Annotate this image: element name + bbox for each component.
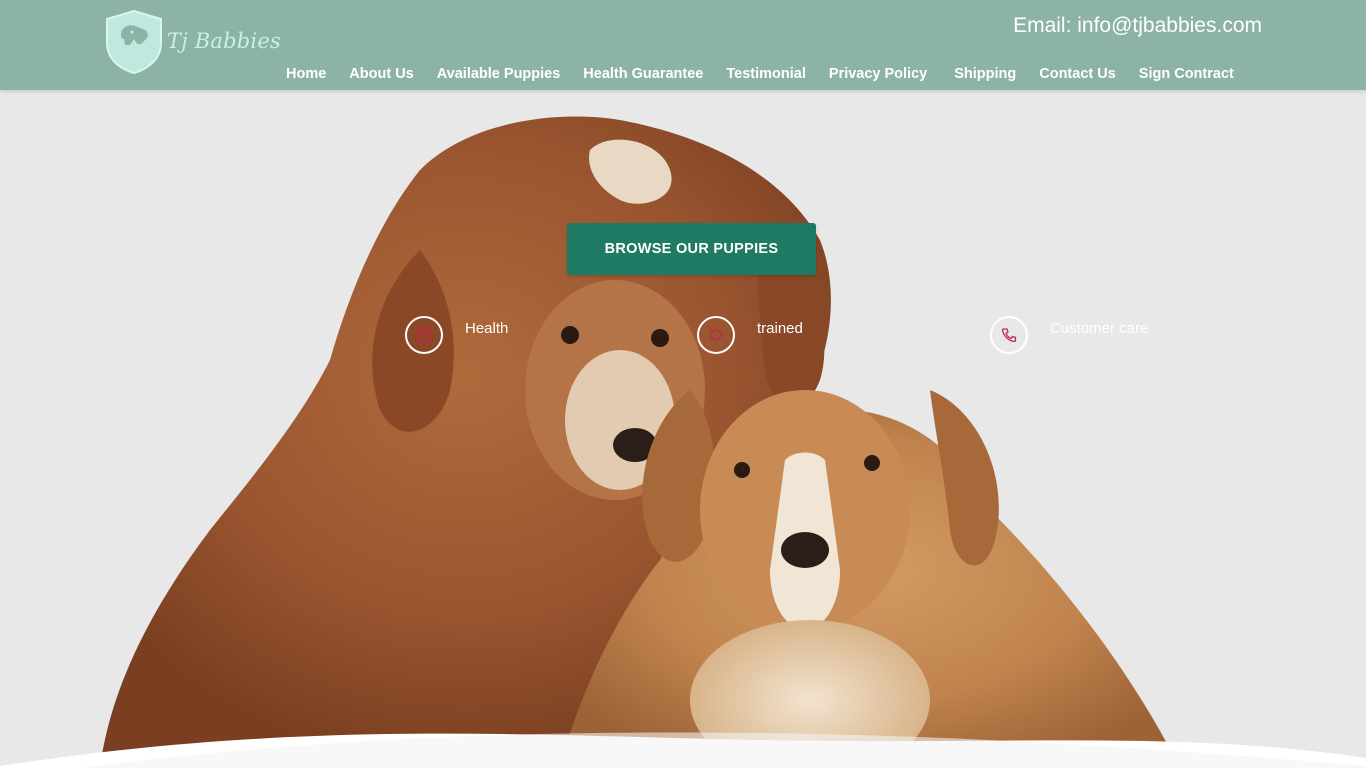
nav-item-sign-contract[interactable]: Sign Contract xyxy=(1139,64,1234,84)
nav-item-health-guarantee[interactable]: Health Guarantee xyxy=(583,64,703,84)
phone-icon xyxy=(990,316,1028,354)
nav-item-available-puppies[interactable]: Available Puppies xyxy=(437,64,561,84)
site-header: Tj Babbies Email: info@tjbabbies.com Hom… xyxy=(0,0,1366,90)
main-nav: Home About Us Available Puppies Health G… xyxy=(286,64,1257,84)
brand-logo[interactable]: Tj Babbies xyxy=(103,9,281,75)
feature-customer-care-label: Customer care xyxy=(1050,320,1149,337)
nav-item-about-us[interactable]: About Us xyxy=(349,64,413,84)
browse-puppies-button[interactable]: BROWSE OUR PUPPIES xyxy=(567,223,816,275)
health-book-icon xyxy=(405,316,443,354)
nav-item-testimonial[interactable]: Testimonial xyxy=(726,64,806,84)
nav-item-privacy-policy[interactable]: Privacy Policy xyxy=(829,64,927,84)
nav-item-shipping[interactable]: Shipping xyxy=(954,64,1016,84)
feature-health-label: Health xyxy=(465,320,509,337)
nav-item-contact-us[interactable]: Contact Us xyxy=(1039,64,1116,84)
feature-trained-label: trained xyxy=(757,320,803,337)
header-email[interactable]: Email: info@tjbabbies.com xyxy=(1013,14,1262,38)
hero-section: BROWSE OUR PUPPIES Health trained Custom… xyxy=(0,90,1366,768)
brand-name: Tj Babbies xyxy=(167,29,281,53)
nav-item-home[interactable]: Home xyxy=(286,64,326,84)
shield-dog-icon xyxy=(106,9,162,75)
refresh-icon xyxy=(697,316,735,354)
puppies-hero-image xyxy=(0,116,1366,768)
